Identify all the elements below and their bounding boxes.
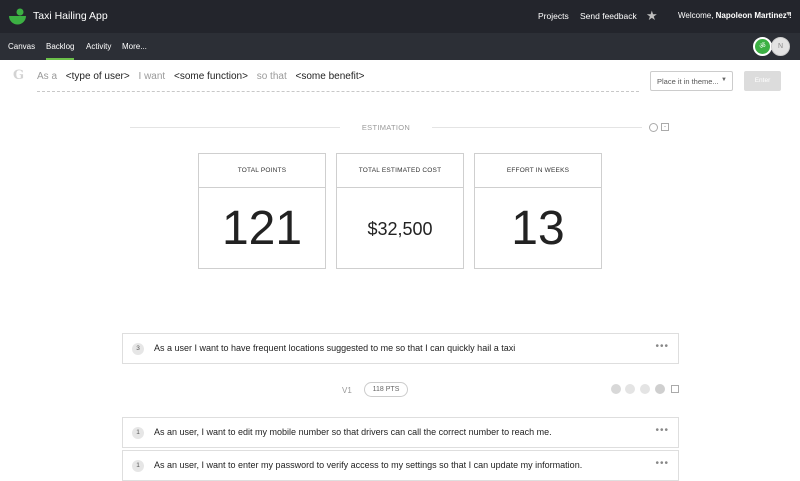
story-row[interactable]: 1 As an user, I want to enter my passwor… — [122, 450, 679, 481]
story-text: As a user I want to have frequent locati… — [154, 343, 516, 353]
welcome-prefix: Welcome, — [678, 11, 714, 20]
tab-canvas[interactable]: Canvas — [8, 42, 35, 51]
welcome-text[interactable]: Welcome, Napoleon Martinez ! — [678, 11, 792, 20]
tab-activity[interactable]: Activity — [86, 42, 111, 51]
effort-weeks-card: EFFORT IN WEEKS 13 — [474, 153, 602, 269]
estimation-label: ESTIMATION — [361, 123, 411, 132]
app-title[interactable]: Taxi Hailing App — [33, 10, 108, 22]
card-title: EFFORT IN WEEKS — [475, 154, 601, 188]
user-name: Napoleon Martinez ! — [715, 11, 792, 20]
star-icon[interactable]: ★ — [646, 9, 658, 23]
version-label: V1 — [342, 386, 352, 395]
close-circle-icon[interactable] — [611, 384, 621, 394]
card-value: 121 — [221, 202, 303, 255]
story-points-badge: 1 — [132, 460, 144, 472]
status-circle-icon[interactable] — [655, 384, 665, 394]
as-a-label: As a — [37, 71, 58, 82]
card-title: TOTAL POINTS — [199, 154, 325, 188]
dropdown-icon: ▼ — [721, 77, 727, 83]
type-of-user-placeholder[interactable]: <type of user> — [66, 71, 130, 82]
total-points-card: TOTAL POINTS 121 — [198, 153, 326, 269]
status-circle-icon[interactable] — [640, 384, 650, 394]
story-row[interactable]: 1 As an user, I want to edit my mobile n… — [122, 417, 679, 448]
tab-more[interactable]: More... — [122, 42, 147, 51]
theme-select-label: Place it in theme... — [657, 77, 719, 86]
tab-backlog[interactable]: Backlog — [46, 42, 75, 60]
story-text: As an user, I want to enter my password … — [154, 460, 583, 470]
divider — [130, 127, 340, 128]
version-points-badge: 118 PTS — [364, 382, 408, 397]
i-want-label: I want — [138, 71, 166, 82]
projects-link[interactable]: Projects — [538, 11, 569, 21]
so-that-label: so that — [256, 71, 287, 82]
enter-button[interactable]: Enter — [744, 71, 781, 91]
divider — [432, 127, 642, 128]
more-options-icon[interactable]: ••• — [655, 425, 669, 436]
g-logo-icon: G — [13, 68, 25, 83]
avatar[interactable]: N — [771, 37, 790, 56]
tab-bar: Canvas Backlog Activity More... — [0, 33, 800, 60]
collapse-icon[interactable] — [671, 385, 679, 393]
status-circle-icon[interactable] — [625, 384, 635, 394]
story-row[interactable]: 3 As a user I want to have frequent loca… — [122, 333, 679, 364]
user-menu-caret-icon[interactable]: ▼ — [785, 11, 792, 18]
story-text: As an user, I want to edit my mobile num… — [154, 427, 552, 437]
app-logo-icon[interactable] — [9, 8, 26, 25]
total-cost-card: TOTAL ESTIMATED COST $32,500 — [336, 153, 464, 269]
theme-select[interactable]: Place it in theme... ▼ — [650, 71, 733, 91]
top-bar: Taxi Hailing App Projects Send feedback … — [0, 0, 800, 33]
function-placeholder[interactable]: <some function> — [174, 71, 248, 82]
story-input[interactable]: As a <type of user> I want <some functio… — [37, 71, 639, 92]
collapse-icon[interactable]: - — [661, 123, 669, 131]
more-options-icon[interactable]: ••• — [655, 341, 669, 352]
card-value: 13 — [511, 202, 565, 255]
more-options-icon[interactable]: ••• — [655, 458, 669, 469]
benefit-placeholder[interactable]: <some benefit> — [296, 71, 365, 82]
avatar[interactable]: ॐ — [753, 37, 772, 56]
card-value: $32,500 — [367, 219, 433, 239]
settings-circle-icon[interactable] — [649, 123, 658, 132]
story-points-badge: 1 — [132, 427, 144, 439]
story-points-badge: 3 — [132, 343, 144, 355]
card-title: TOTAL ESTIMATED COST — [337, 154, 463, 188]
send-feedback-link[interactable]: Send feedback — [580, 11, 637, 21]
